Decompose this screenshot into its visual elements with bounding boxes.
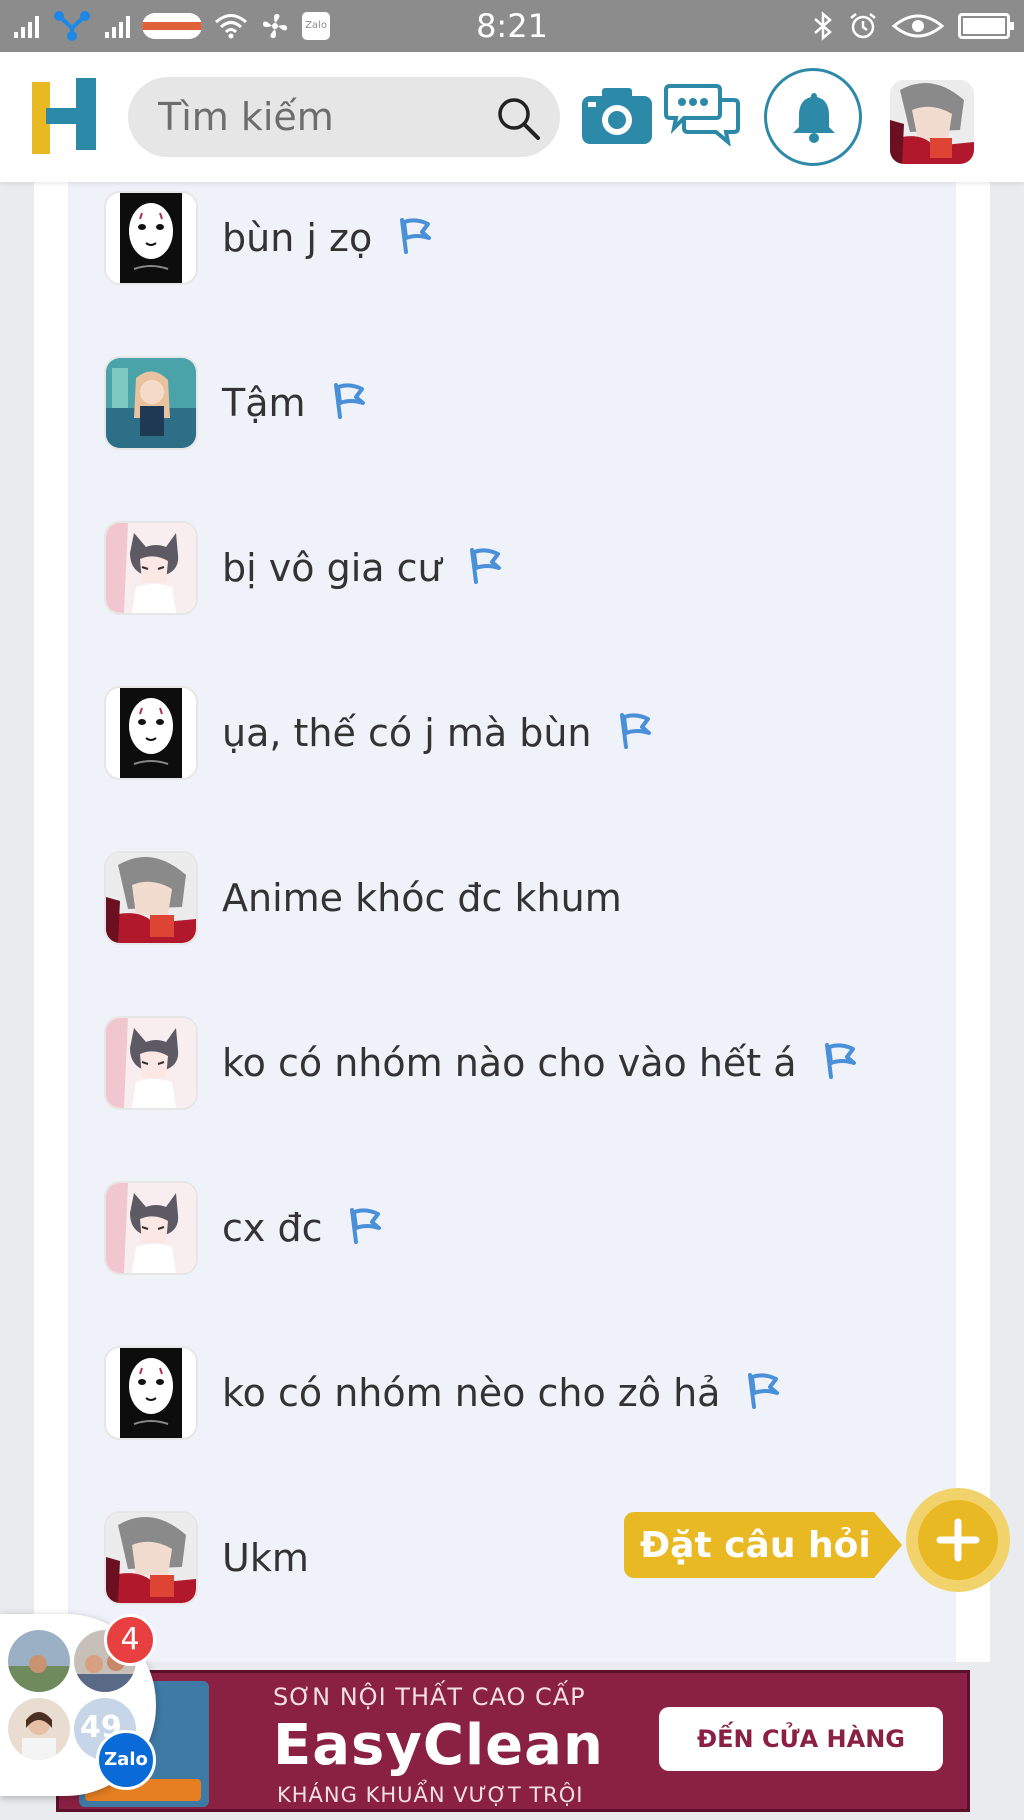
ad-banner[interactable]: ux SƠN NỘI THẤT CAO CẤP EasyClean KHÁNG …	[56, 1670, 970, 1812]
battery-icon	[958, 13, 1014, 39]
comment-text: Tậm	[222, 381, 306, 425]
zalo-contact-avatar	[8, 1698, 70, 1760]
report-flag-icon[interactable]	[823, 1043, 857, 1083]
comment-item: bùn j zọ	[104, 190, 432, 286]
comment-text: bùn j zọ	[222, 216, 373, 260]
eye-icon	[892, 14, 944, 38]
girl-avatar[interactable]	[104, 356, 198, 450]
zalo-icon[interactable]: Zalo	[96, 1730, 156, 1790]
ask-question-pointer	[874, 1512, 902, 1578]
comment-text: Anime khóc đc khum	[222, 876, 622, 920]
catboy-avatar[interactable]	[104, 521, 198, 615]
noface-avatar[interactable]	[104, 191, 198, 285]
catboy-avatar[interactable]	[104, 1016, 198, 1110]
add-question-button[interactable]	[906, 1488, 1010, 1592]
comment-list: bùn j zọ Tậm bị vô gia cư ụa, thế có j mà b…	[68, 182, 956, 1662]
report-flag-icon[interactable]	[348, 1208, 382, 1248]
comment-item: ko có nhóm nèo cho zô hả	[104, 1345, 780, 1441]
search-input[interactable]	[158, 91, 478, 143]
noface-avatar[interactable]	[104, 686, 198, 780]
report-flag-icon[interactable]	[468, 548, 502, 588]
anime-avatar[interactable]	[104, 851, 198, 945]
zalo-contact-avatar	[8, 1630, 70, 1692]
status-bar: Zalo 8:21	[0, 0, 1024, 52]
search-box	[128, 77, 560, 157]
ad-brand: EasyClean	[273, 1713, 604, 1778]
report-flag-icon[interactable]	[746, 1373, 780, 1413]
comment-text: bị vô gia cư	[222, 546, 442, 590]
user-avatar[interactable]	[890, 80, 974, 164]
anime-avatar[interactable]	[104, 1511, 198, 1605]
ad-tagline: SƠN NỘI THẤT CAO CẤP	[273, 1683, 586, 1711]
comment-item: ụa, thế có j mà bùn	[104, 685, 652, 781]
comment-text: ko có nhóm nào cho vào hết á	[222, 1041, 797, 1085]
comment-text: ko có nhóm nèo cho zô hả	[222, 1371, 721, 1415]
noface-avatar[interactable]	[104, 1346, 198, 1440]
report-flag-icon[interactable]	[332, 383, 366, 423]
bluetooth-icon	[814, 11, 832, 41]
app-header	[0, 52, 1024, 182]
comment-item: bị vô gia cư	[104, 520, 502, 616]
report-flag-icon[interactable]	[618, 713, 652, 753]
comment-text: cx đc	[222, 1206, 323, 1250]
app-logo[interactable]	[32, 78, 98, 154]
plus-icon	[936, 1518, 980, 1562]
alarm-icon	[850, 13, 876, 39]
zalo-unread-badge: 4	[104, 1614, 156, 1666]
comment-item: Ukm	[104, 1510, 309, 1606]
ad-subline: KHÁNG KHUẨN VƯỢT TRỘI	[277, 1783, 584, 1807]
comment-item: Anime khóc đc khum	[104, 850, 622, 946]
ad-cta-button[interactable]: ĐẾN CỬA HÀNG	[659, 1707, 943, 1771]
ask-question-button[interactable]: Đặt câu hỏi	[624, 1512, 904, 1578]
comment-text: ụa, thế có j mà bùn	[222, 711, 592, 755]
notifications-button[interactable]	[764, 68, 862, 166]
comment-item: cx đc	[104, 1180, 382, 1276]
bell-icon	[793, 93, 835, 143]
messages-icon[interactable]	[664, 82, 740, 146]
ask-question-label: Đặt câu hỏi	[624, 1512, 874, 1578]
report-flag-icon[interactable]	[398, 218, 432, 258]
comment-item: ko có nhóm nào cho vào hết á	[104, 1015, 857, 1111]
comment-item: Tậm	[104, 355, 366, 451]
comment-text: Ukm	[222, 1536, 309, 1580]
search-icon[interactable]	[494, 94, 542, 142]
camera-icon[interactable]	[580, 82, 654, 146]
catboy-avatar[interactable]	[104, 1181, 198, 1275]
